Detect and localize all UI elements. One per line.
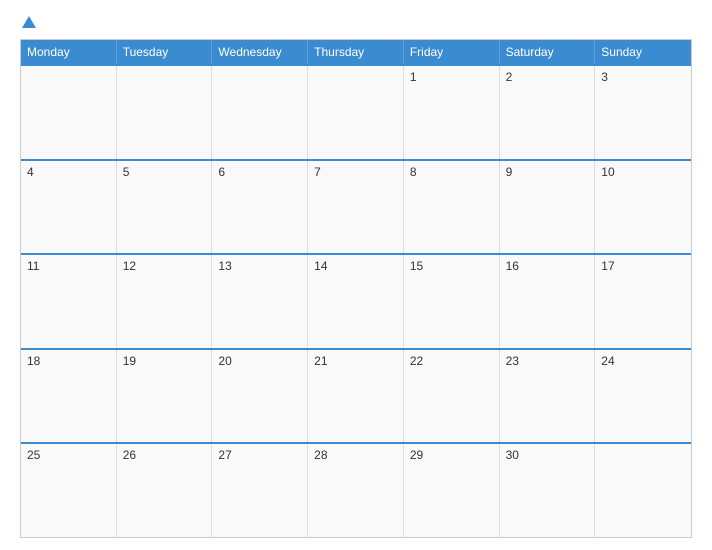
week-row-2: 11 12 13 14 15 16 17 [21, 253, 691, 348]
day-number: 22 [410, 354, 423, 368]
day-cell: 29 [404, 444, 500, 537]
day-cell: 13 [212, 255, 308, 348]
logo [20, 16, 36, 29]
day-number: 1 [410, 70, 417, 84]
day-cell: 18 [21, 350, 117, 443]
day-number: 9 [506, 165, 513, 179]
week-row-3: 18 19 20 21 22 23 24 [21, 348, 691, 443]
day-number: 10 [601, 165, 614, 179]
day-number: 7 [314, 165, 321, 179]
day-number: 13 [218, 259, 231, 273]
day-cell: 17 [595, 255, 691, 348]
weeks-grid: 1234567891011121314151617181920212223242… [21, 64, 691, 537]
day-number: 17 [601, 259, 614, 273]
day-cell: 14 [308, 255, 404, 348]
day-cell: 27 [212, 444, 308, 537]
day-number: 14 [314, 259, 327, 273]
day-number: 28 [314, 448, 327, 462]
day-number: 2 [506, 70, 513, 84]
day-number: 21 [314, 354, 327, 368]
day-cell: 30 [500, 444, 596, 537]
day-number: 15 [410, 259, 423, 273]
day-number: 26 [123, 448, 136, 462]
logo-triangle-icon [22, 16, 36, 28]
day-cell [21, 66, 117, 159]
day-header-saturday: Saturday [500, 40, 596, 64]
page: MondayTuesdayWednesdayThursdayFridaySatu… [0, 0, 712, 550]
day-cell [308, 66, 404, 159]
day-header-tuesday: Tuesday [117, 40, 213, 64]
day-cell: 23 [500, 350, 596, 443]
day-cell: 1 [404, 66, 500, 159]
day-cell [117, 66, 213, 159]
day-cell [595, 444, 691, 537]
day-cell: 15 [404, 255, 500, 348]
day-cell: 11 [21, 255, 117, 348]
day-number: 27 [218, 448, 231, 462]
days-header: MondayTuesdayWednesdayThursdayFridaySatu… [21, 40, 691, 64]
day-cell [212, 66, 308, 159]
day-cell: 16 [500, 255, 596, 348]
day-number: 16 [506, 259, 519, 273]
day-number: 11 [27, 259, 39, 273]
day-cell: 22 [404, 350, 500, 443]
day-header-monday: Monday [21, 40, 117, 64]
day-cell: 6 [212, 161, 308, 254]
day-number: 12 [123, 259, 136, 273]
day-number: 23 [506, 354, 519, 368]
day-cell: 10 [595, 161, 691, 254]
day-cell: 4 [21, 161, 117, 254]
day-cell: 7 [308, 161, 404, 254]
day-number: 24 [601, 354, 614, 368]
day-number: 25 [27, 448, 40, 462]
day-cell: 12 [117, 255, 213, 348]
day-number: 18 [27, 354, 40, 368]
logo-blue-text [20, 16, 36, 29]
day-header-sunday: Sunday [595, 40, 691, 64]
day-number: 5 [123, 165, 130, 179]
day-number: 29 [410, 448, 423, 462]
header [20, 16, 692, 29]
day-cell: 19 [117, 350, 213, 443]
day-cell: 25 [21, 444, 117, 537]
day-cell: 3 [595, 66, 691, 159]
day-number: 30 [506, 448, 519, 462]
day-cell: 28 [308, 444, 404, 537]
day-number: 4 [27, 165, 34, 179]
week-row-4: 25 26 27 28 29 30 [21, 442, 691, 537]
day-number: 3 [601, 70, 608, 84]
day-cell: 24 [595, 350, 691, 443]
day-cell: 26 [117, 444, 213, 537]
day-cell: 9 [500, 161, 596, 254]
day-cell: 2 [500, 66, 596, 159]
day-number: 6 [218, 165, 225, 179]
day-header-wednesday: Wednesday [212, 40, 308, 64]
day-cell: 8 [404, 161, 500, 254]
day-number: 20 [218, 354, 231, 368]
day-header-thursday: Thursday [308, 40, 404, 64]
week-row-0: 1 2 3 [21, 64, 691, 159]
day-cell: 21 [308, 350, 404, 443]
calendar: MondayTuesdayWednesdayThursdayFridaySatu… [20, 39, 692, 538]
day-number: 8 [410, 165, 417, 179]
day-number: 19 [123, 354, 136, 368]
day-header-friday: Friday [404, 40, 500, 64]
week-row-1: 4 5 6 7 8 9 10 [21, 159, 691, 254]
day-cell: 5 [117, 161, 213, 254]
day-cell: 20 [212, 350, 308, 443]
